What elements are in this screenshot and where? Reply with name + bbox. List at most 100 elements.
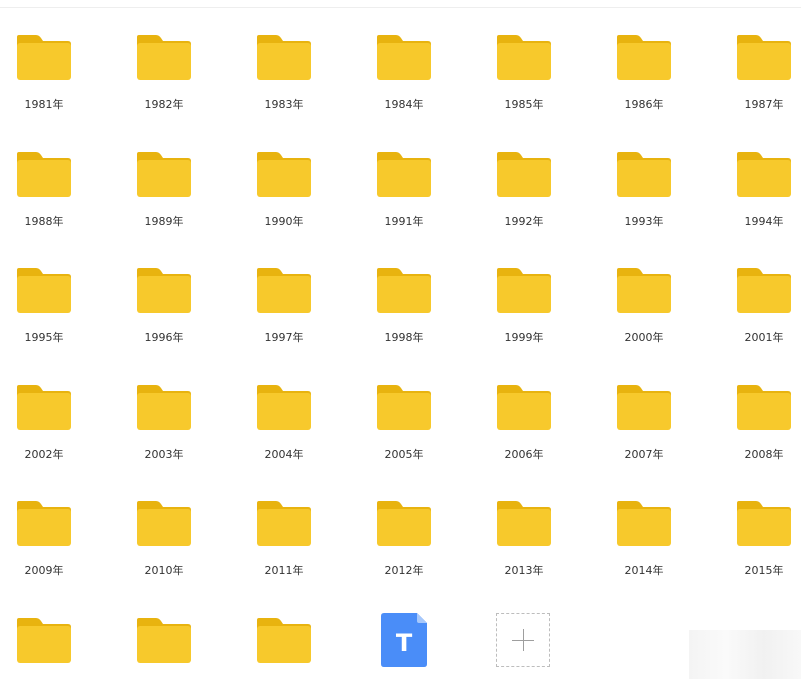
folder-icon xyxy=(137,35,191,80)
folder-item[interactable]: 1991年 xyxy=(360,117,460,228)
folder-label: 2004年 xyxy=(264,448,304,461)
folder-label: 2013年 xyxy=(504,564,544,577)
folder-icon xyxy=(617,35,671,80)
folder-label: 1997年 xyxy=(264,331,304,344)
folder-item[interactable]: 1990年 xyxy=(240,117,340,228)
folder-item[interactable]: 2001年 xyxy=(720,233,801,344)
folder-label: 2000年 xyxy=(624,331,664,344)
folder-label: 2007年 xyxy=(624,448,664,461)
folder-icon xyxy=(617,152,671,197)
folder-icon xyxy=(737,501,791,546)
folder-item[interactable] xyxy=(240,583,340,693)
folder-icon xyxy=(377,152,431,197)
folder-label: 2009年 xyxy=(24,564,64,577)
folder-item[interactable]: 2013年 xyxy=(480,466,580,577)
folder-icon xyxy=(737,35,791,80)
folder-item[interactable]: 2005年 xyxy=(360,350,460,461)
folder-label: 2015年 xyxy=(744,564,784,577)
folder-label: 1998年 xyxy=(384,331,424,344)
folder-icon xyxy=(737,385,791,430)
folder-item[interactable]: 1995年 xyxy=(0,233,100,344)
folder-label: 2002年 xyxy=(24,448,64,461)
folder-icon xyxy=(137,618,191,663)
folder-label: 2001年 xyxy=(744,331,784,344)
folder-item[interactable]: 1982年 xyxy=(120,0,220,111)
folder-label: 1995年 xyxy=(24,331,64,344)
folder-icon xyxy=(377,501,431,546)
folder-icon xyxy=(497,501,551,546)
folder-item[interactable]: 2004年 xyxy=(240,350,340,461)
folder-icon xyxy=(737,152,791,197)
folder-item[interactable] xyxy=(0,583,100,693)
folder-item[interactable]: 1996年 xyxy=(120,233,220,344)
folder-item[interactable]: 1988年 xyxy=(0,117,100,228)
folder-label: 1983年 xyxy=(264,98,304,111)
folder-label: 2010年 xyxy=(144,564,184,577)
folder-icon xyxy=(257,385,311,430)
folder-item[interactable]: 2015年 xyxy=(720,466,801,577)
folder-icon xyxy=(257,268,311,313)
folder-icon xyxy=(617,385,671,430)
folder-label: 2006年 xyxy=(504,448,544,461)
folder-item[interactable]: 2007年 xyxy=(600,350,700,461)
folder-icon xyxy=(497,35,551,80)
folder-icon xyxy=(377,35,431,80)
folder-label: 1984年 xyxy=(384,98,424,111)
folder-icon xyxy=(497,268,551,313)
folder-item[interactable]: 1994年 xyxy=(720,117,801,228)
folder-icon xyxy=(17,618,71,663)
add-button[interactable] xyxy=(496,613,550,667)
folder-icon xyxy=(17,385,71,430)
folder-icon xyxy=(497,152,551,197)
folder-item[interactable]: 1984年 xyxy=(360,0,460,111)
folder-item[interactable]: 1999年 xyxy=(480,233,580,344)
folder-item[interactable]: 2009年 xyxy=(0,466,100,577)
folder-item[interactable]: 1997年 xyxy=(240,233,340,344)
folder-item[interactable]: 2010年 xyxy=(120,466,220,577)
folder-item[interactable]: 2003年 xyxy=(120,350,220,461)
folder-item[interactable]: 1986年 xyxy=(600,0,700,111)
folder-item[interactable]: 2000年 xyxy=(600,233,700,344)
folder-label: 1981年 xyxy=(24,98,64,111)
folder-icon xyxy=(137,152,191,197)
folder-icon xyxy=(737,268,791,313)
folder-item[interactable] xyxy=(120,583,220,693)
folder-item[interactable]: 1993年 xyxy=(600,117,700,228)
folder-icon xyxy=(137,268,191,313)
text-document-item[interactable]: T xyxy=(381,613,427,667)
folder-item[interactable]: 2006年 xyxy=(480,350,580,461)
blurred-region xyxy=(689,630,801,679)
folder-item[interactable]: 1998年 xyxy=(360,233,460,344)
folder-item[interactable]: 1985年 xyxy=(480,0,580,111)
folder-icon xyxy=(377,268,431,313)
folder-icon xyxy=(257,35,311,80)
folder-label: 1982年 xyxy=(144,98,184,111)
folder-item[interactable]: 2008年 xyxy=(720,350,801,461)
folder-label: 1991年 xyxy=(384,215,424,228)
folder-item[interactable]: 1981年 xyxy=(0,0,100,111)
folder-item[interactable]: 1992年 xyxy=(480,117,580,228)
folder-icon xyxy=(377,385,431,430)
folder-icon xyxy=(137,501,191,546)
folder-item[interactable]: 1989年 xyxy=(120,117,220,228)
folder-item[interactable]: 2002年 xyxy=(0,350,100,461)
folder-item[interactable]: 2011年 xyxy=(240,466,340,577)
folder-label: 1988年 xyxy=(24,215,64,228)
folder-label: 2011年 xyxy=(264,564,304,577)
folder-icon xyxy=(17,268,71,313)
folder-label: 1999年 xyxy=(504,331,544,344)
folder-label: 2008年 xyxy=(744,448,784,461)
folder-icon xyxy=(257,618,311,663)
file-grid: 1981年 1982年 1983年 1984年 1985年 1986年 1987年 1988年… xyxy=(0,0,801,679)
folder-label: 2005年 xyxy=(384,448,424,461)
folder-icon xyxy=(17,501,71,546)
document-glyph: T xyxy=(396,629,413,657)
folder-item[interactable]: 2014年 xyxy=(600,466,700,577)
folder-label: 1992年 xyxy=(504,215,544,228)
folder-item[interactable]: 2012年 xyxy=(360,466,460,577)
folder-item[interactable]: 1987年 xyxy=(720,0,801,111)
folder-item[interactable]: 1983年 xyxy=(240,0,340,111)
folder-icon xyxy=(497,385,551,430)
folder-label: 1985年 xyxy=(504,98,544,111)
folder-label: 1993年 xyxy=(624,215,664,228)
